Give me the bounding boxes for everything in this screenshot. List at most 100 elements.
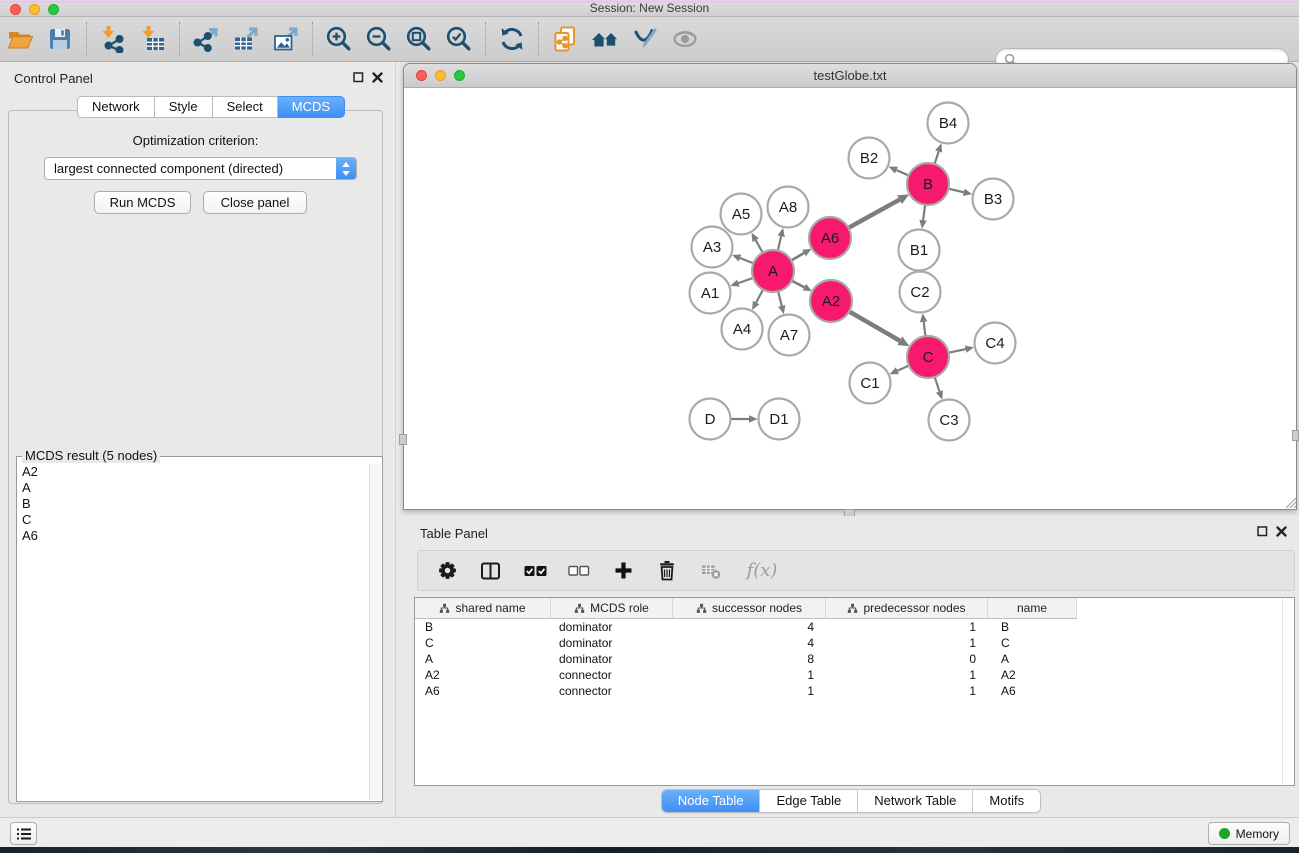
mcds-result-item[interactable]: A <box>18 480 370 496</box>
table-scrollbar[interactable] <box>1282 598 1294 785</box>
graph-node-C4[interactable]: C4 <box>975 323 1016 364</box>
run-mcds-button[interactable]: Run MCDS <box>94 191 191 214</box>
float-panel-icon[interactable] <box>353 72 364 83</box>
table-cell[interactable]: C <box>988 635 1077 651</box>
table-row[interactable]: Bdominator41B <box>415 619 1294 635</box>
criterion-dropdown[interactable]: largest connected component (directed) <box>44 157 357 180</box>
table-row[interactable]: Cdominator41C <box>415 635 1294 651</box>
table-cell[interactable]: connector <box>551 683 673 699</box>
graph-node-B2[interactable]: B2 <box>849 138 890 179</box>
hide-graphics-details-button[interactable] <box>665 20 705 58</box>
tab-style[interactable]: Style <box>155 96 213 118</box>
graph-node-A5[interactable]: A5 <box>721 194 762 235</box>
graph-node-B3[interactable]: B3 <box>973 179 1014 220</box>
resize-handle-right[interactable] <box>1292 430 1299 441</box>
table-row[interactable]: A6connector11A6 <box>415 683 1294 699</box>
graph-node-D[interactable]: D <box>690 399 731 440</box>
table-cell[interactable]: 8 <box>673 651 826 667</box>
table-cell[interactable]: dominator <box>551 619 673 635</box>
zoom-out-button[interactable] <box>359 20 399 58</box>
table-cell[interactable]: B <box>415 619 551 635</box>
minimize-window-button[interactable] <box>29 4 40 15</box>
graph-node-B1[interactable]: B1 <box>899 230 940 271</box>
table-cell[interactable]: 1 <box>826 619 988 635</box>
mcds-result-item[interactable]: B <box>18 496 370 512</box>
tab-mcds[interactable]: MCDS <box>278 96 345 118</box>
deselect-all-button[interactable] <box>566 558 592 584</box>
zoom-selected-button[interactable] <box>439 20 479 58</box>
column-header-shared-name[interactable]: shared name <box>415 598 551 619</box>
column-header-predecessor-nodes[interactable]: predecessor nodes <box>826 598 988 619</box>
close-panel-icon[interactable] <box>372 72 383 83</box>
close-window-button[interactable] <box>10 4 21 15</box>
table-cell[interactable]: 1 <box>673 683 826 699</box>
open-session-button[interactable] <box>0 20 40 58</box>
export-table-button[interactable] <box>226 20 266 58</box>
table-row[interactable]: A2connector11A2 <box>415 667 1294 683</box>
table-row[interactable]: Adominator80A <box>415 651 1294 667</box>
graph-node-C2[interactable]: C2 <box>900 272 941 313</box>
table-cell[interactable]: dominator <box>551 651 673 667</box>
graph-node-A2[interactable]: A2 <box>810 280 852 322</box>
close-panel-button[interactable]: Close panel <box>203 191 307 214</box>
zoom-fit-button[interactable] <box>399 20 439 58</box>
show-columns-button[interactable] <box>478 558 504 584</box>
import-network-button[interactable] <box>93 20 133 58</box>
table-cell[interactable]: 0 <box>826 651 988 667</box>
export-image-button[interactable] <box>266 20 306 58</box>
network-close-button[interactable] <box>416 70 427 81</box>
apply-layout-button[interactable] <box>492 20 532 58</box>
column-header-name[interactable]: name <box>988 598 1077 619</box>
tab-edge-table[interactable]: Edge Table <box>759 790 857 812</box>
table-cell[interactable]: A <box>988 651 1077 667</box>
table-cell[interactable]: 1 <box>826 683 988 699</box>
delete-column-button[interactable] <box>654 558 680 584</box>
resize-grip-icon[interactable] <box>1285 497 1297 509</box>
home-button[interactable] <box>585 20 625 58</box>
resize-handle-left[interactable] <box>399 434 407 445</box>
table-cell[interactable]: A6 <box>415 683 551 699</box>
graph-node-C3[interactable]: C3 <box>929 400 970 441</box>
tab-network-table[interactable]: Network Table <box>857 790 972 812</box>
graph-node-B4[interactable]: B4 <box>928 103 969 144</box>
table-cell[interactable]: A2 <box>415 667 551 683</box>
import-table-button[interactable] <box>133 20 173 58</box>
graph-node-D1[interactable]: D1 <box>759 399 800 440</box>
mcds-result-item[interactable]: A2 <box>18 464 370 480</box>
graph-node-A7[interactable]: A7 <box>769 315 810 356</box>
table-cell[interactable]: 1 <box>826 667 988 683</box>
clone-network-button[interactable] <box>545 20 585 58</box>
table-cell[interactable]: 1 <box>826 635 988 651</box>
table-cell[interactable]: B <box>988 619 1077 635</box>
graph-node-B[interactable]: B <box>907 163 949 205</box>
table-cell[interactable]: A <box>415 651 551 667</box>
graph-node-A1[interactable]: A1 <box>690 273 731 314</box>
graph-node-A8[interactable]: A8 <box>768 187 809 228</box>
save-session-button[interactable] <box>40 20 80 58</box>
table-cell[interactable]: 4 <box>673 635 826 651</box>
graph-node-A4[interactable]: A4 <box>722 309 763 350</box>
memory-button[interactable]: Memory <box>1208 822 1290 845</box>
table-cell[interactable]: dominator <box>551 635 673 651</box>
close-panel-icon[interactable] <box>1276 526 1287 537</box>
tab-select[interactable]: Select <box>213 96 278 118</box>
column-header-MCDS-role[interactable]: MCDS role <box>551 598 673 619</box>
column-header-successor-nodes[interactable]: successor nodes <box>673 598 826 619</box>
mcds-result-item[interactable]: A6 <box>18 528 370 544</box>
graph-node-A6[interactable]: A6 <box>809 217 851 259</box>
table-cell[interactable]: 1 <box>673 667 826 683</box>
function-builder-button[interactable]: f(x) <box>742 558 782 584</box>
network-canvas[interactable]: B4B2BB3A5A8A6A3B1AC2A1A2A4A7C4CC1DD1C3 <box>404 88 1296 509</box>
show-graphics-details-button[interactable] <box>625 20 665 58</box>
table-cell[interactable]: 4 <box>673 619 826 635</box>
export-network-button[interactable] <box>186 20 226 58</box>
tab-node-table[interactable]: Node Table <box>662 790 760 812</box>
mcds-result-item[interactable]: C <box>18 512 370 528</box>
network-window-titlebar[interactable]: testGlobe.txt <box>404 64 1296 88</box>
table-cell[interactable]: A6 <box>988 683 1077 699</box>
graph-node-A3[interactable]: A3 <box>692 227 733 268</box>
select-all-button[interactable] <box>522 558 548 584</box>
network-minimize-button[interactable] <box>435 70 446 81</box>
zoom-in-button[interactable] <box>319 20 359 58</box>
table-cell[interactable]: connector <box>551 667 673 683</box>
